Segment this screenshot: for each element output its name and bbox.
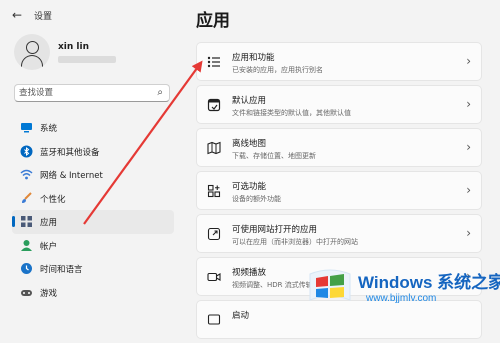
avatar — [14, 34, 50, 70]
sidebar-nav: 系统 蓝牙和其他设备 网络 & Internet 个性化 应用 帐户 时间和语言… — [12, 116, 174, 304]
sidebar-item-system[interactable]: 系统 — [12, 116, 174, 140]
sidebar-item-label: 网络 & Internet — [40, 171, 103, 181]
card-subtitle: 下载、存储位置、地图更新 — [232, 152, 316, 160]
link-open-icon — [207, 227, 221, 241]
sidebar-item-network[interactable]: 网络 & Internet — [12, 163, 174, 187]
apps-icon — [20, 215, 33, 228]
chevron-right-icon: › — [466, 140, 471, 154]
search-input[interactable] — [19, 87, 149, 99]
card-subtitle: 可以在应用（而非浏览器）中打开的网站 — [232, 238, 358, 246]
sidebar-item-label: 帐户 — [40, 241, 58, 252]
watermark-url: www.bjjmlv.com — [366, 293, 437, 304]
chevron-right-icon: › — [466, 97, 471, 111]
card-subtitle: 已安装的应用，应用执行别名 — [232, 66, 323, 74]
video-icon — [207, 270, 221, 284]
card-subtitle: 文件和链接类型的默认值，其他默认值 — [232, 109, 351, 117]
user-email-redacted — [58, 56, 116, 63]
watermark: Windows 系统之家 www.bjjmlv.com — [306, 262, 500, 312]
watermark-title: Windows 系统之家 — [358, 273, 500, 292]
card-title: 应用和功能 — [232, 53, 275, 63]
user-name: xin lin — [58, 42, 90, 52]
search-box[interactable]: ⌕ — [14, 84, 170, 102]
sidebar-item-personalization[interactable]: 个性化 — [12, 187, 174, 211]
account-icon — [20, 239, 33, 252]
chevron-right-icon: › — [466, 54, 471, 68]
map-icon — [207, 141, 221, 155]
app-title: 设置 — [34, 12, 53, 22]
startup-icon — [207, 313, 221, 327]
back-arrow-icon[interactable]: ← — [10, 8, 24, 22]
sidebar-item-label: 蓝牙和其他设备 — [40, 147, 100, 158]
sidebar-item-apps[interactable]: 应用 — [12, 210, 174, 234]
card-title: 默认应用 — [232, 96, 267, 106]
bluetooth-icon — [20, 145, 33, 158]
card-title: 可使用网站打开的应用 — [232, 225, 318, 235]
sidebar-item-label: 应用 — [40, 218, 58, 228]
sidebar-item-label: 时间和语言 — [40, 265, 83, 275]
page-title: 应用 — [196, 11, 230, 31]
network-icon — [20, 168, 33, 181]
card-subtitle: 设备的额外功能 — [232, 195, 281, 203]
sidebar-item-label: 系统 — [40, 124, 58, 134]
brush-icon — [20, 191, 33, 205]
list-icon — [207, 55, 221, 69]
chevron-right-icon: › — [466, 183, 471, 197]
globe-clock-icon — [20, 262, 33, 275]
windows-logo-icon — [309, 269, 351, 301]
chevron-right-icon: › — [466, 226, 471, 240]
card-title: 离线地图 — [232, 139, 267, 149]
card-apps-features[interactable]: 应用和功能 已安装的应用，应用执行别名 › — [196, 42, 482, 81]
card-title: 启动 — [232, 311, 250, 321]
grid-plus-icon — [207, 184, 221, 198]
card-default-apps[interactable]: 默认应用 文件和链接类型的默认值，其他默认值 › — [196, 85, 482, 124]
sidebar-item-label: 游戏 — [40, 288, 58, 299]
card-offline-maps[interactable]: 离线地图 下载、存储位置、地图更新 › — [196, 128, 482, 167]
title-bar: ← 设置 — [0, 0, 500, 30]
gamepad-icon — [20, 286, 33, 299]
card-title: 可选功能 — [232, 182, 267, 192]
card-optional-features[interactable]: 可选功能 设备的额外功能 › — [196, 171, 482, 210]
sidebar-item-label: 个性化 — [40, 194, 66, 205]
default-app-icon — [207, 98, 221, 112]
card-title: 视频播放 — [232, 268, 267, 278]
sidebar-item-accounts[interactable]: 帐户 — [12, 234, 174, 258]
card-apps-for-websites[interactable]: 可使用网站打开的应用 可以在应用（而非浏览器）中打开的网站 › — [196, 214, 482, 253]
sidebar-item-time-language[interactable]: 时间和语言 — [12, 257, 174, 281]
sidebar-item-bluetooth[interactable]: 蓝牙和其他设备 — [12, 140, 174, 164]
sidebar-item-gaming[interactable]: 游戏 — [12, 281, 174, 305]
search-icon[interactable]: ⌕ — [157, 87, 163, 98]
monitor-icon — [20, 121, 33, 134]
